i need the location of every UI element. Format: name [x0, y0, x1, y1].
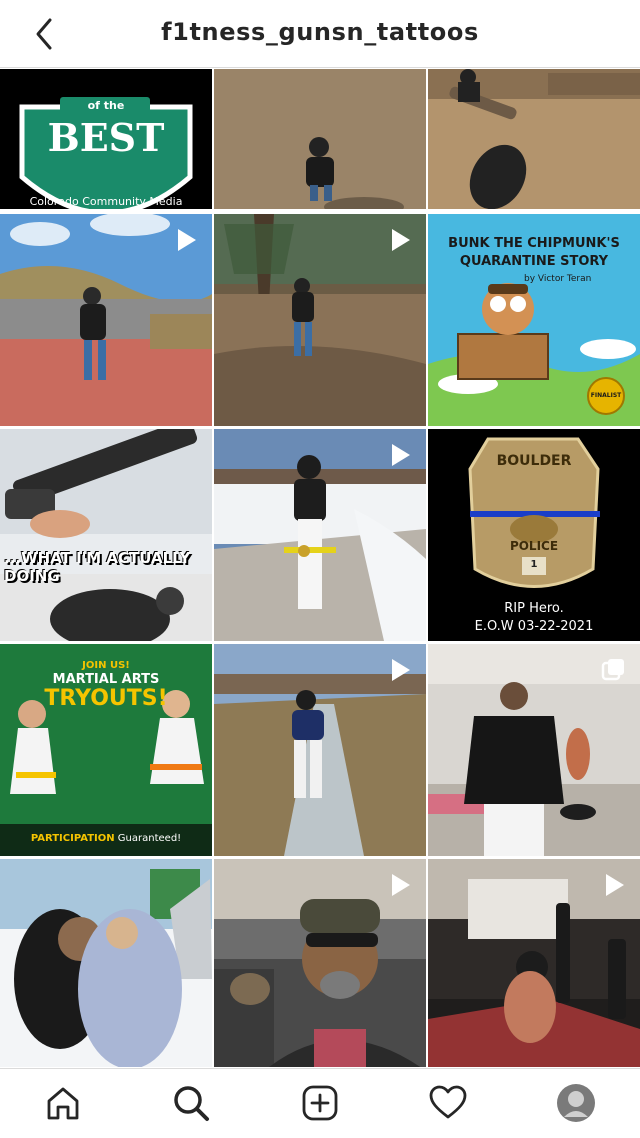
video-icon	[606, 874, 624, 896]
award-best-text: BEST	[47, 115, 165, 160]
post-tile-10[interactable]: JOIN US! MARTIAL ARTS TRYOUTS! PARTICIPA…	[0, 644, 212, 856]
post-tile-14[interactable]	[214, 859, 426, 1067]
promo-footer: PARTICIPATION Guaranteed!	[0, 833, 212, 844]
post-tile-2[interactable]	[214, 69, 426, 209]
post-tile-5[interactable]	[214, 214, 426, 426]
search-icon[interactable]	[171, 1083, 211, 1123]
post-tile-13[interactable]	[0, 859, 212, 1067]
award-sub-text: Colorado Community Media	[29, 195, 183, 208]
bottom-nav	[0, 1068, 640, 1138]
police-badge-number: 1	[530, 559, 538, 570]
post-tile-11[interactable]	[214, 644, 426, 856]
video-icon	[392, 444, 410, 466]
book-title-line1: BUNK THE CHIPMUNK'S	[448, 236, 620, 251]
police-badge-top: BOULDER	[496, 453, 572, 469]
finalist-seal: FINALIST	[590, 392, 622, 399]
profile-username: f1tness_gunsn_tattoos	[161, 18, 479, 46]
award-top-text: of the	[87, 99, 125, 112]
post-tile-9[interactable]: BOULDER POLICE 1 RIP Hero. E.O.W 03-22-2…	[428, 429, 640, 641]
post-grid: of the BEST Colorado Community Media BUN…	[0, 69, 640, 1067]
post-tile-4[interactable]	[0, 214, 212, 426]
meme-caption: ...WHAT I'M ACTUALLY DOING	[4, 549, 191, 585]
book-title-line2: QUARANTINE STORY	[459, 254, 609, 269]
post-tile-1[interactable]: of the BEST Colorado Community Media	[0, 69, 212, 209]
top-bar: f1tness_gunsn_tattoos	[0, 0, 640, 68]
carousel-icon	[601, 659, 624, 681]
video-icon	[392, 659, 410, 681]
book-author: by Victor Teran	[524, 274, 592, 284]
rip-text: RIP Hero.	[504, 601, 564, 616]
profile-avatar[interactable]	[556, 1083, 596, 1123]
post-tile-15[interactable]	[428, 859, 640, 1067]
home-icon[interactable]	[43, 1083, 83, 1123]
police-badge-bottom: POLICE	[509, 539, 559, 553]
post-tile-3[interactable]	[428, 69, 640, 209]
video-icon	[392, 229, 410, 251]
post-tile-12[interactable]	[428, 644, 640, 856]
promo-line1: MARTIAL ARTS	[52, 672, 160, 687]
promo-line2: TRYOUTS!	[44, 686, 168, 711]
post-tile-6[interactable]: BUNK THE CHIPMUNK'S QUARANTINE STORY by …	[428, 214, 640, 426]
eow-text: E.O.W 03-22-2021	[474, 619, 594, 634]
video-icon	[178, 229, 196, 251]
post-tile-7[interactable]: ...WHAT I'M ACTUALLY DOING	[0, 429, 212, 641]
promo-guaranteed: Guaranteed!	[117, 833, 182, 844]
promo-participation: PARTICIPATION	[30, 833, 115, 844]
activity-heart-icon[interactable]	[428, 1083, 468, 1123]
video-icon	[392, 874, 410, 896]
promo-join: JOIN US!	[82, 660, 130, 671]
new-post-icon[interactable]	[300, 1083, 340, 1123]
post-tile-8[interactable]	[214, 429, 426, 641]
